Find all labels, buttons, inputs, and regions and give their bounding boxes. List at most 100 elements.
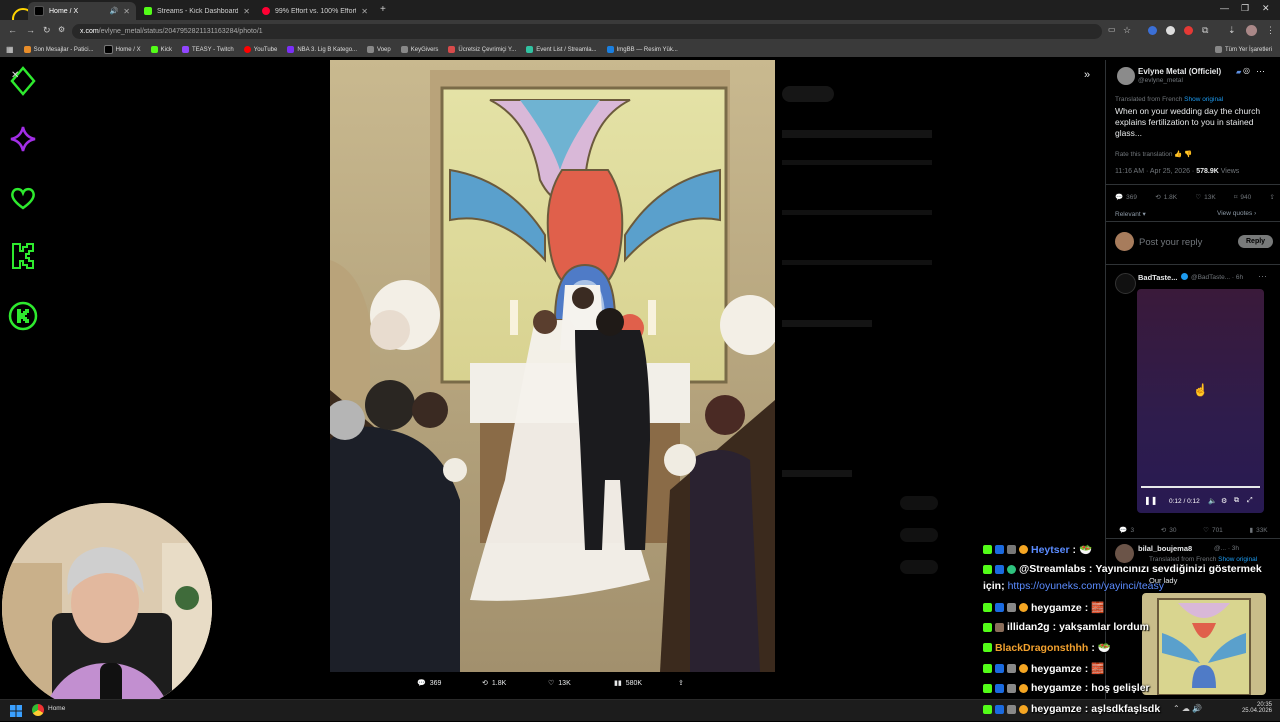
grok-icon[interactable]: ◎ bbox=[1243, 66, 1250, 75]
bookmark-item[interactable]: ImgBB — Resim Yük... bbox=[606, 46, 678, 53]
tweet-timestamp: 11:16 AM · Apr 25, 2026 · 578.9K Views bbox=[1115, 168, 1240, 175]
extension-icon[interactable] bbox=[1148, 26, 1157, 35]
repost-action[interactable]: ⟲ 1.8K bbox=[1155, 193, 1177, 202]
reload-icon[interactable]: ↻ bbox=[43, 25, 51, 36]
chat-message: heygamze: 🧱 bbox=[983, 601, 1104, 614]
author-avatar[interactable] bbox=[1117, 67, 1135, 85]
close-viewer-icon[interactable]: ✕ bbox=[11, 70, 19, 81]
bookmark-star-icon[interactable]: ☆ bbox=[1123, 25, 1131, 36]
like-action[interactable]: ♡ 13K bbox=[1195, 193, 1215, 202]
reply-input[interactable]: Post your reply bbox=[1139, 237, 1202, 248]
volume-icon[interactable]: 🔈 bbox=[1208, 497, 1217, 505]
share-action[interactable]: ⇪ bbox=[1270, 193, 1275, 201]
like-action[interactable]: ♡ 701 bbox=[1203, 526, 1223, 535]
view-quotes-link[interactable]: View quotes › bbox=[1217, 210, 1256, 217]
translation-note: Translated from French Show original bbox=[1149, 556, 1258, 563]
thumbs-up-icon[interactable]: 👍 bbox=[1174, 151, 1182, 158]
repost-action[interactable]: ⟲ 30 bbox=[1161, 526, 1177, 535]
collapse-sidebar-icon[interactable]: » bbox=[1084, 69, 1090, 81]
reply-video[interactable]: ❚❚ 0:12 / 0:12 🔈 ⚙ ⧉ ⤢ bbox=[1137, 289, 1264, 513]
reply-author-handle[interactable]: @BadTaste... · 6h bbox=[1191, 274, 1243, 281]
dim-heading bbox=[782, 130, 932, 138]
reply-author-name[interactable]: bilal_boujema8 bbox=[1138, 544, 1192, 553]
photo-share-action[interactable]: ⇪ bbox=[678, 679, 684, 687]
reply-author-avatar[interactable] bbox=[1115, 273, 1136, 294]
fullscreen-icon[interactable]: ⤢ bbox=[1247, 497, 1253, 505]
windows-start-icon[interactable] bbox=[10, 704, 22, 717]
bookmark-item[interactable]: YouTube bbox=[243, 46, 277, 53]
tab-home-x[interactable]: Home / X 🔊 ✕ bbox=[28, 2, 136, 20]
settings-icon[interactable]: ⚙ bbox=[1221, 497, 1227, 505]
downloads-icon[interactable]: ⇣ bbox=[1228, 25, 1236, 36]
photo-repost-action[interactable]: ⟲ 1.8K bbox=[482, 679, 506, 688]
bookmark-item[interactable]: Event List / Streamla... bbox=[526, 46, 597, 53]
taskbar-app-label[interactable]: Home bbox=[48, 705, 65, 712]
bookmark-icon: ⌑ bbox=[1234, 194, 1238, 201]
info-badge-icon bbox=[1019, 704, 1028, 714]
more-options-icon[interactable]: ⋯ bbox=[1258, 271, 1267, 282]
speaker-icon[interactable]: 🔊 bbox=[110, 7, 119, 15]
site-info-icon[interactable]: ⚙ bbox=[58, 25, 65, 34]
cast-icon[interactable]: ▭ bbox=[1108, 25, 1116, 34]
bookmark-folder[interactable]: KeyGivers bbox=[400, 46, 438, 53]
maximize-icon[interactable]: ❐ bbox=[1241, 3, 1249, 14]
author-handle[interactable]: @evlyne_metal bbox=[1138, 77, 1183, 84]
bookmark-item[interactable]: TEASY - Twitch bbox=[181, 46, 234, 53]
sort-relevant-dropdown[interactable]: Relevant ▾ bbox=[1115, 210, 1146, 218]
reply-action[interactable]: 💬 3 bbox=[1119, 526, 1134, 535]
photo-views-stat[interactable]: ▮▮ 580K bbox=[614, 679, 642, 688]
chat-link[interactable]: https://oyuneks.com/yayinci/teasy bbox=[1008, 580, 1164, 592]
tab-youtube-video[interactable]: 99% Effort vs. 100% Effort - Yo ✕ bbox=[256, 2, 374, 20]
bookmark-item[interactable]: Son Mesajlar - Patici... bbox=[23, 46, 94, 53]
info-badge-icon bbox=[1019, 603, 1028, 612]
bookmark-item[interactable]: Home / X bbox=[103, 45, 141, 54]
tab-kick-dashboard[interactable]: Streams - Kick Dashboard ✕ bbox=[138, 2, 256, 20]
bookmark-action[interactable]: ⌑ 940 bbox=[1234, 193, 1251, 202]
photo-like-action[interactable]: ♡ 13K bbox=[548, 679, 571, 688]
all-bookmarks-folder[interactable]: Tüm Yer İşaretleri bbox=[1214, 46, 1272, 53]
close-window-icon[interactable]: ✕ bbox=[1262, 3, 1270, 14]
views-stat[interactable]: ▮ 33K bbox=[1250, 526, 1268, 535]
new-tab-icon[interactable]: + bbox=[380, 4, 386, 15]
pause-icon[interactable]: ❚❚ bbox=[1144, 496, 1157, 505]
chat-message-continued: için; https://oyuneks.com/yayinci/teasy bbox=[983, 580, 1164, 592]
forward-icon[interactable]: → bbox=[26, 25, 35, 35]
reply-image[interactable] bbox=[1142, 593, 1266, 695]
show-original-link[interactable]: Show original bbox=[1184, 96, 1223, 103]
bookmark-folder[interactable]: Voep bbox=[367, 46, 391, 53]
close-tab-icon[interactable]: ✕ bbox=[123, 7, 130, 16]
views-chart-icon: ▮▮ bbox=[614, 680, 622, 687]
subscriber-badge-icon bbox=[995, 545, 1004, 554]
extension-icon[interactable] bbox=[1184, 26, 1193, 35]
bookmark-favicon-icon bbox=[243, 46, 251, 53]
reply-action[interactable]: 💬 369 bbox=[1115, 193, 1137, 202]
close-tab-icon[interactable]: ✕ bbox=[361, 7, 368, 16]
video-progress-bar[interactable] bbox=[1141, 486, 1260, 488]
extensions-puzzle-icon[interactable]: ⧉ bbox=[1202, 25, 1208, 36]
menu-icon[interactable]: ⋮ bbox=[1266, 25, 1275, 36]
reply-author-avatar[interactable] bbox=[1115, 544, 1134, 563]
more-options-icon[interactable]: ⋯ bbox=[1256, 66, 1265, 77]
chrome-taskbar-icon[interactable] bbox=[32, 704, 44, 716]
reply-author-name[interactable]: BadTaste... bbox=[1138, 273, 1177, 282]
bookmark-item[interactable]: NBA 3. Lig B Katego... bbox=[287, 46, 357, 53]
reply-author-handle[interactable]: @... · 3h bbox=[1214, 545, 1239, 552]
bookmark-item[interactable]: Ücretsiz Çevrimiçi Y... bbox=[448, 46, 516, 53]
back-icon[interactable]: ← bbox=[8, 25, 17, 35]
tray-icons[interactable]: ⌃ ☁ 🔊 bbox=[1173, 704, 1202, 713]
pip-icon[interactable]: ⧉ bbox=[1234, 497, 1239, 505]
photo-reply-action[interactable]: 💬 369 bbox=[417, 679, 441, 688]
kick-overlay-icon bbox=[8, 241, 38, 271]
thumbs-down-icon[interactable]: 👎 bbox=[1184, 151, 1192, 158]
minimize-icon[interactable]: — bbox=[1220, 3, 1229, 13]
apps-grid-icon[interactable]: ▦ bbox=[6, 45, 14, 54]
reply-button[interactable]: Reply bbox=[1238, 235, 1274, 248]
bookmark-item[interactable]: Kick bbox=[150, 46, 172, 53]
close-tab-icon[interactable]: ✕ bbox=[243, 7, 250, 16]
verified-badge-icon bbox=[1007, 564, 1016, 574]
profile-avatar[interactable] bbox=[1246, 25, 1257, 36]
extension-icon[interactable] bbox=[1166, 26, 1175, 35]
clock[interactable]: 20:35 25.04.2026 bbox=[1240, 702, 1272, 714]
address-bar[interactable]: x.com/evlyne_metal/status/20479528211311… bbox=[72, 24, 1102, 39]
author-name[interactable]: Evlyne Metal (Officiel) bbox=[1138, 67, 1221, 76]
